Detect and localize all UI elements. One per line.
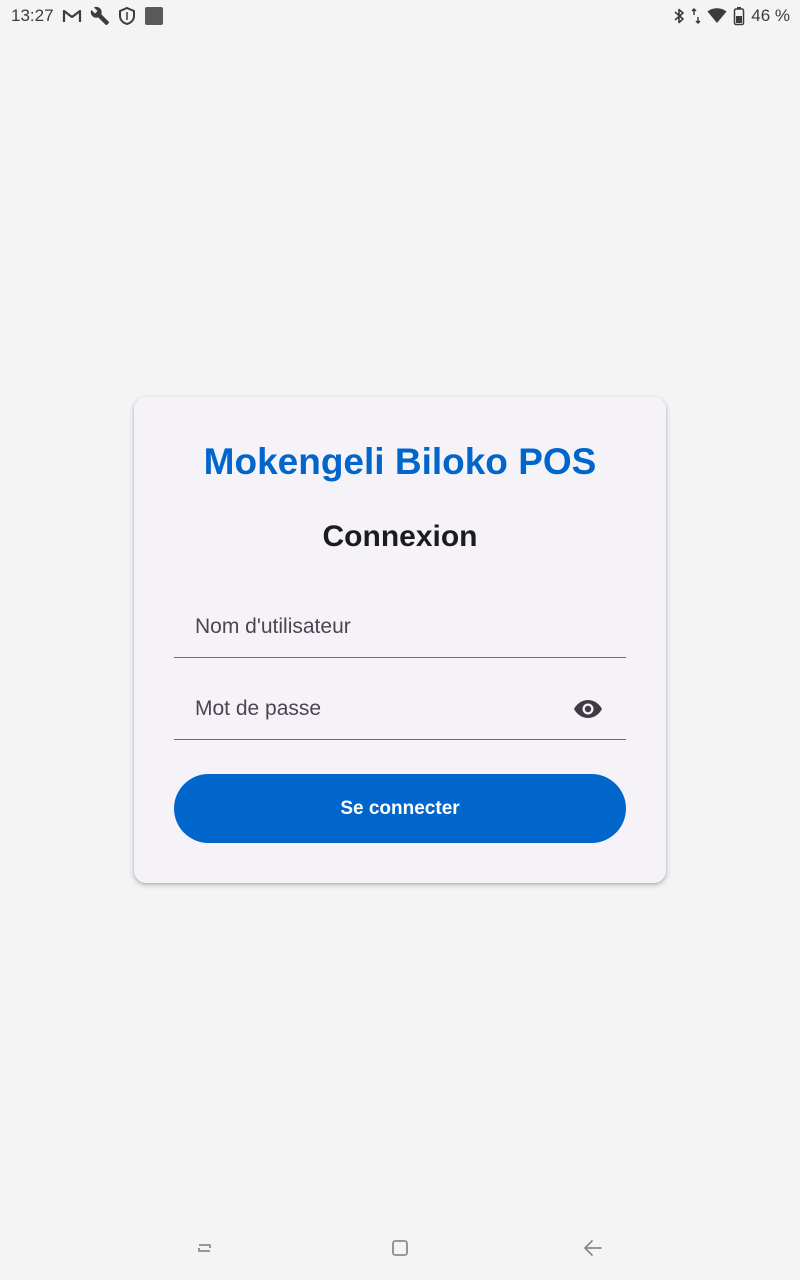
wifi-icon bbox=[707, 8, 727, 24]
status-left: 13:27 bbox=[11, 6, 172, 26]
shield-icon bbox=[118, 6, 136, 26]
status-bar: 13:27 46 % bbox=[0, 0, 800, 32]
recents-icon bbox=[198, 1244, 211, 1252]
bluetooth-icon bbox=[673, 7, 685, 25]
battery-icon bbox=[733, 6, 745, 26]
battery-level: 46 % bbox=[751, 6, 790, 25]
eye-icon bbox=[574, 699, 602, 718]
home-button[interactable] bbox=[382, 1230, 418, 1266]
password-field bbox=[174, 678, 626, 740]
gmail-icon bbox=[62, 8, 82, 24]
status-right: 46 % bbox=[667, 6, 790, 26]
app-title: Mokengeli Biloko POS bbox=[203, 441, 597, 482]
login-card: Mokengeli Biloko POS Connexion Se connec… bbox=[134, 397, 666, 883]
back-button[interactable] bbox=[575, 1230, 611, 1266]
app-square-icon bbox=[144, 6, 164, 26]
back-icon bbox=[584, 1240, 602, 1256]
wrench-icon bbox=[90, 6, 110, 26]
password-input[interactable] bbox=[174, 678, 626, 739]
recents-button[interactable] bbox=[187, 1230, 223, 1266]
data-arrows-icon bbox=[691, 7, 701, 25]
status-time: 13:27 bbox=[11, 6, 54, 25]
login-screen: 13:27 46 % Mokengeli Biloko POS Connexio… bbox=[0, 0, 800, 1280]
home-icon bbox=[392, 1240, 408, 1256]
username-input[interactable] bbox=[174, 596, 626, 657]
username-field bbox=[174, 596, 626, 658]
login-button[interactable]: Se connecter bbox=[174, 774, 626, 843]
system-nav-bar bbox=[0, 1216, 800, 1280]
password-visibility-toggle[interactable] bbox=[572, 693, 604, 725]
login-heading: Connexion bbox=[322, 520, 478, 553]
